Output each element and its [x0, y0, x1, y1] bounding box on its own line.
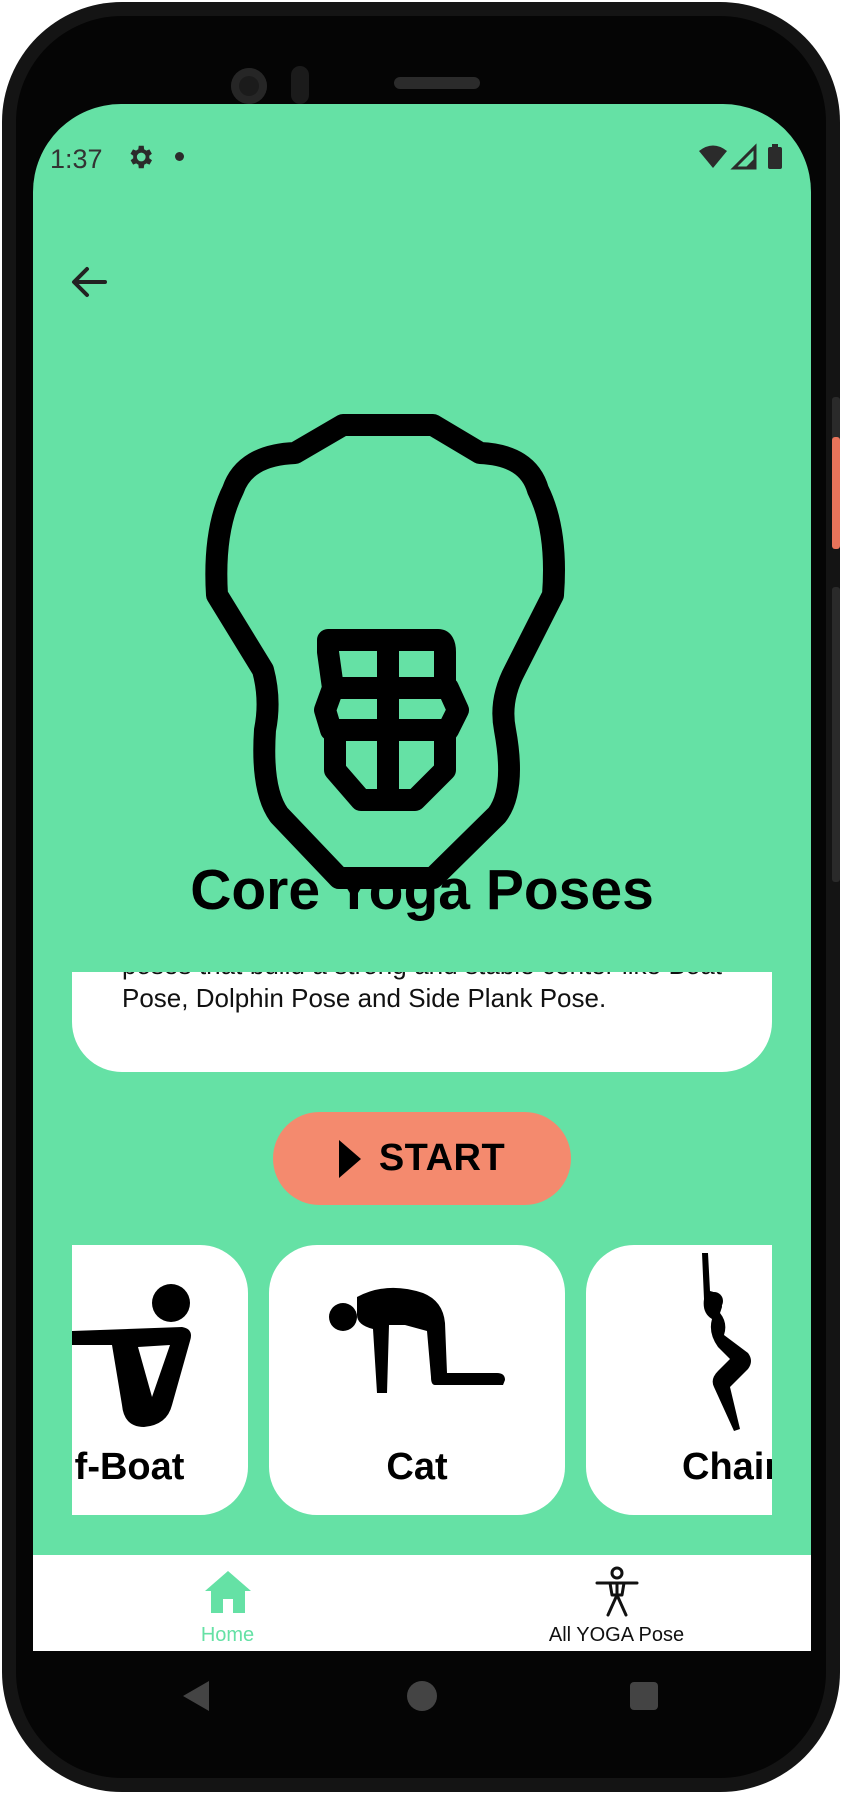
half-boat-pose-icon [72, 1284, 191, 1427]
start-button-label: START [378, 1137, 506, 1179]
person-icon [595, 1566, 638, 1617]
system-home-icon[interactable] [407, 1681, 437, 1711]
status-time: 1:37 [50, 144, 103, 174]
earpiece-speaker [394, 77, 480, 89]
nav-item-all-yoga-pose[interactable]: All YOGA Pose [422, 1555, 811, 1651]
system-navigation-bar [33, 1651, 811, 1741]
bottom-navigation: Home All YOGA Pose [33, 1555, 811, 1651]
pose-label: Half-Boat [72, 1446, 185, 1488]
description-text: poses that build a strong and stable cen… [122, 972, 722, 1013]
app-screen: 1:37 Core Yoga Poses poses that build a … [33, 104, 811, 1651]
system-back-icon[interactable] [183, 1681, 209, 1711]
gear-icon [130, 145, 152, 169]
nav-label-all-yoga-pose: All YOGA Pose [548, 1624, 685, 1646]
nav-item-home[interactable]: Home [33, 1555, 422, 1651]
wifi-icon [699, 145, 727, 168]
pose-label: Cat [386, 1446, 448, 1488]
pose-card-cat[interactable]: Cat [269, 1245, 565, 1515]
proximity-sensor [291, 66, 309, 104]
play-icon [338, 1139, 361, 1178]
pose-carousel[interactable]: Half-Boat Cat Chair [72, 1245, 772, 1515]
notification-dot-icon [175, 152, 184, 161]
pose-label: Chair [682, 1446, 772, 1488]
system-status-icons [699, 143, 782, 170]
pose-card-chair[interactable]: Chair [586, 1245, 772, 1515]
start-button[interactable]: START [273, 1112, 571, 1205]
side-key [832, 437, 840, 549]
system-recents-icon[interactable] [630, 1682, 658, 1710]
arrow-left-icon[interactable] [67, 260, 111, 304]
status-bar: 1:37 [33, 140, 811, 180]
home-icon [204, 1571, 251, 1613]
front-camera [231, 68, 267, 104]
battery-icon [768, 147, 782, 169]
page-title: Core Yoga Poses [190, 858, 654, 922]
cat-pose-icon [329, 1287, 505, 1393]
description-card: poses that build a strong and stable cen… [72, 972, 772, 1072]
pose-card-half-boat[interactable]: Half-Boat [72, 1245, 248, 1515]
volume-rocker [832, 587, 840, 882]
nav-label-home: Home [200, 1624, 255, 1646]
chair-pose-icon [702, 1253, 751, 1431]
